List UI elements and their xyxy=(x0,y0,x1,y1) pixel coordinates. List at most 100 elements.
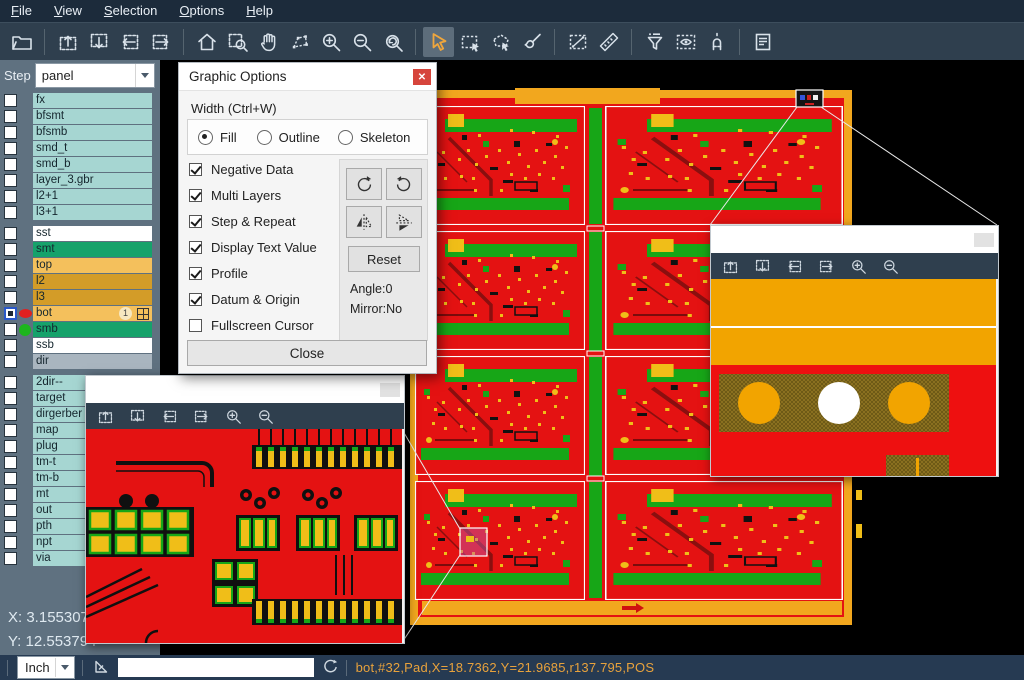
layer-checkbox[interactable] xyxy=(4,339,17,352)
layer-row-smd_t[interactable]: smd_t xyxy=(0,141,160,156)
layer-checkbox[interactable] xyxy=(4,472,17,485)
magnifier-titlebar[interactable] xyxy=(86,376,404,403)
layer-checkbox[interactable] xyxy=(4,536,17,549)
page-down-button[interactable] xyxy=(128,407,147,426)
layer-row-top[interactable]: top xyxy=(0,258,160,273)
layer-checkbox[interactable] xyxy=(4,110,17,123)
magnifier-window-left[interactable] xyxy=(85,375,405,644)
zoom-in-button[interactable] xyxy=(224,407,243,426)
rotate-cw-button[interactable] xyxy=(346,168,382,200)
layer-checkbox[interactable] xyxy=(4,504,17,517)
layer-row-dir[interactable]: dir xyxy=(0,354,160,369)
ruler-button[interactable] xyxy=(593,27,624,57)
layer-checkbox[interactable] xyxy=(4,190,17,203)
zoom-in-button[interactable] xyxy=(315,27,346,57)
menu-selection[interactable]: Selection xyxy=(93,0,168,22)
layer-checkbox[interactable] xyxy=(4,174,17,187)
snap-button[interactable] xyxy=(701,27,732,57)
open-file-button[interactable] xyxy=(6,27,37,57)
grid-icon[interactable] xyxy=(137,308,149,320)
rect-select-button[interactable] xyxy=(454,27,485,57)
layer-row-l2[interactable]: l2 xyxy=(0,274,160,289)
layer-row-bot[interactable]: bot1 xyxy=(0,306,160,321)
step-select[interactable]: panel xyxy=(35,63,155,88)
layer-checkbox[interactable] xyxy=(4,291,17,304)
magnifier-titlebar[interactable] xyxy=(711,226,998,253)
page-up-button[interactable] xyxy=(52,27,83,57)
page-down-button[interactable] xyxy=(83,27,114,57)
layer-label[interactable]: layer_3.gbr xyxy=(33,173,152,188)
layer-label[interactable]: smt xyxy=(33,242,152,257)
layer-label[interactable]: l3+1 xyxy=(33,205,152,220)
close-button[interactable]: Close xyxy=(187,340,427,366)
layer-checkbox[interactable] xyxy=(4,142,17,155)
report-button[interactable] xyxy=(747,27,778,57)
menu-options[interactable]: Options xyxy=(168,0,235,22)
zoom-out-button[interactable] xyxy=(256,407,275,426)
layer-label[interactable]: bfsmb xyxy=(33,125,152,140)
layer-label[interactable]: l3 xyxy=(33,290,152,305)
layer-checkbox[interactable] xyxy=(4,408,17,421)
node-edit-button[interactable] xyxy=(284,27,315,57)
layer-row-bfsmt[interactable]: bfsmt xyxy=(0,109,160,124)
layer-row-layer3gbr[interactable]: layer_3.gbr xyxy=(0,173,160,188)
reset-button[interactable]: Reset xyxy=(348,246,420,272)
polygon-select-button[interactable] xyxy=(485,27,516,57)
layer-label[interactable]: smd_b xyxy=(33,157,152,172)
layer-checkbox[interactable] xyxy=(4,94,17,107)
menu-help[interactable]: Help xyxy=(235,0,284,22)
zoom-out-button[interactable] xyxy=(346,27,377,57)
layer-label[interactable]: ssb xyxy=(33,338,152,353)
layer-checkbox[interactable] xyxy=(4,259,17,272)
view-box-button[interactable] xyxy=(670,27,701,57)
layer-row-fx[interactable]: fx xyxy=(0,93,160,108)
radio-outline[interactable]: Outline xyxy=(257,130,320,145)
page-left-button[interactable] xyxy=(160,407,179,426)
graphic-options-dialog[interactable]: Graphic Options ✕ Width (Ctrl+W) Fill Ou… xyxy=(178,62,437,374)
rotate-ccw-button[interactable] xyxy=(386,168,422,200)
page-up-button[interactable] xyxy=(96,407,115,426)
layer-label[interactable]: smd_t xyxy=(33,141,152,156)
page-left-button[interactable] xyxy=(114,27,145,57)
menu-view[interactable]: View xyxy=(43,0,93,22)
page-right-button[interactable] xyxy=(145,27,176,57)
layer-label[interactable]: l2 xyxy=(33,274,152,289)
check-negative-data[interactable]: Negative Data xyxy=(189,162,293,177)
magnifier-window-right[interactable] xyxy=(710,225,999,477)
window-button[interactable] xyxy=(974,233,994,247)
layer-checkbox[interactable] xyxy=(4,552,17,565)
layer-row-smd_b[interactable]: smd_b xyxy=(0,157,160,172)
layer-checkbox[interactable] xyxy=(4,323,17,336)
check-display-text-value[interactable]: Display Text Value xyxy=(189,240,317,255)
layer-label[interactable]: bot1 xyxy=(33,306,152,321)
layer-checkbox-selected[interactable] xyxy=(4,307,17,320)
unit-select[interactable]: Inch xyxy=(17,656,75,679)
magnified-trace-view[interactable] xyxy=(86,429,402,643)
close-icon[interactable]: ✕ xyxy=(413,69,431,85)
home-view-button[interactable] xyxy=(191,27,222,57)
zoom-previous-button[interactable] xyxy=(377,27,408,57)
dialog-titlebar[interactable]: Graphic Options ✕ xyxy=(179,63,436,91)
layer-checkbox[interactable] xyxy=(4,227,17,240)
layer-checkbox[interactable] xyxy=(4,392,17,405)
snap-angle-icon[interactable] xyxy=(92,657,110,678)
layer-checkbox[interactable] xyxy=(4,376,17,389)
page-up-button[interactable] xyxy=(721,257,740,276)
layer-checkbox[interactable] xyxy=(4,158,17,171)
check-datum-origin[interactable]: Datum & Origin xyxy=(189,292,300,307)
radio-skeleton[interactable]: Skeleton xyxy=(338,130,411,145)
radio-fill[interactable]: Fill xyxy=(198,130,237,145)
layer-checkbox[interactable] xyxy=(4,488,17,501)
page-down-button[interactable] xyxy=(753,257,772,276)
mirror-vertical-button[interactable] xyxy=(386,206,422,238)
zoom-window-button[interactable] xyxy=(222,27,253,57)
menu-file[interactable]: File xyxy=(0,0,43,22)
layer-checkbox[interactable] xyxy=(4,440,17,453)
zoom-in-button[interactable] xyxy=(849,257,868,276)
layer-label[interactable]: dir xyxy=(33,354,152,369)
clear-highlight-button[interactable] xyxy=(516,27,547,57)
layer-checkbox[interactable] xyxy=(4,355,17,368)
zoom-out-button[interactable] xyxy=(881,257,900,276)
layer-row-l2plus1[interactable]: l2+1 xyxy=(0,189,160,204)
page-right-button[interactable] xyxy=(817,257,836,276)
